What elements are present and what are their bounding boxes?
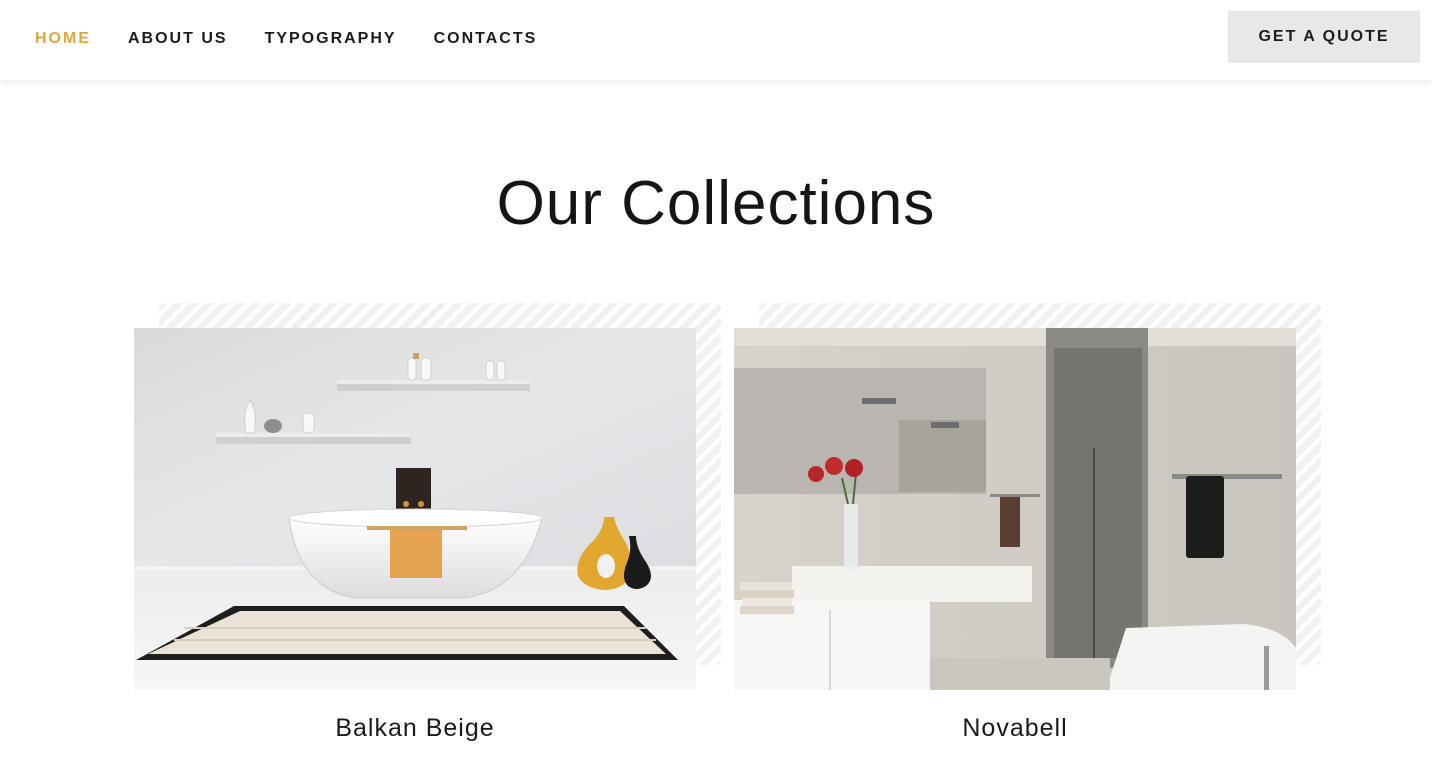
get-a-quote-button[interactable]: GET A QUOTE <box>1228 11 1420 63</box>
nav-item-typography[interactable]: TYPOGRAPHY <box>265 30 397 48</box>
nav-item-about-us[interactable]: ABOUT US <box>128 30 228 48</box>
main-nav: HOME ABOUT US TYPOGRAPHY CONTACTS <box>35 30 574 48</box>
collection-card-balkan-beige[interactable]: Balkan Beige <box>134 303 722 743</box>
nav-item-contacts[interactable]: CONTACTS <box>434 30 538 48</box>
section-title: Our Collections <box>496 169 936 238</box>
collection-card-novabell[interactable]: Novabell <box>734 303 1322 743</box>
collection-image-balkan-beige[interactable] <box>134 328 696 690</box>
nav-item-home[interactable]: HOME <box>35 30 91 48</box>
collection-title[interactable]: Balkan Beige <box>134 714 696 743</box>
collection-image-novabell[interactable] <box>734 328 1296 690</box>
collection-title[interactable]: Novabell <box>734 714 1296 743</box>
site-header: HOME ABOUT US TYPOGRAPHY CONTACTS GET A … <box>0 0 1432 80</box>
